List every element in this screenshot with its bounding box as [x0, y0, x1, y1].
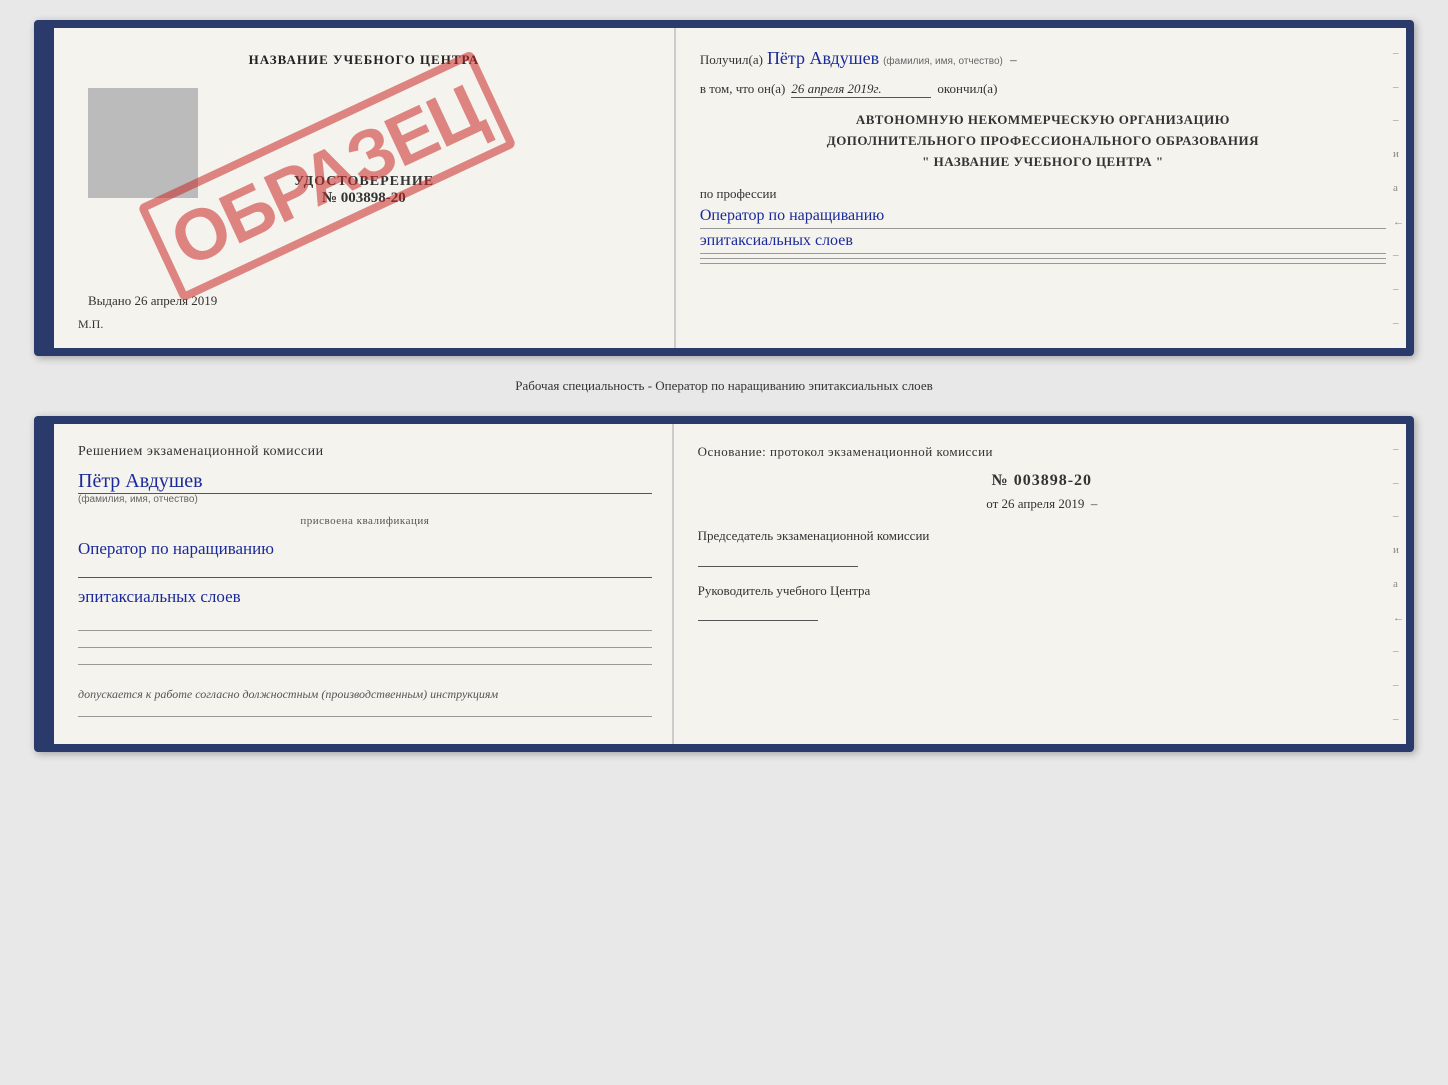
kval-line2: эпитаксиальных слоев — [78, 587, 241, 606]
predsedatel-sig-line — [698, 566, 858, 567]
org-line2: ДОПОЛНИТЕЛЬНОГО ПРОФЕССИОНАЛЬНОГО ОБРАЗО… — [700, 131, 1386, 152]
right-bottom-content: Основание: протокол экзаменационной коми… — [698, 444, 1386, 621]
kval-text: Оператор по наращиванию эпитаксиальных с… — [78, 537, 652, 608]
vydano-date: 26 апреля 2019 — [135, 293, 218, 308]
rukovoditel-text: Руководитель учебного Центра — [698, 581, 1386, 622]
dopusk-underline — [78, 716, 652, 717]
side-dashes-top: – – – и а ← – – – — [1391, 28, 1406, 348]
poluchil-name: Пётр Авдушев — [767, 48, 879, 69]
predsedatel-text: Председатель экзаменационной комиссии — [698, 526, 1386, 567]
poluchil-prefix: Получил(а) — [700, 52, 763, 68]
kval-underline — [78, 577, 652, 578]
top-left-panel: НАЗВАНИЕ УЧЕБНОГО ЦЕНТРА ОБРАЗЕЦ УДОСТОВ… — [54, 28, 676, 348]
stamp-area: ОБРАЗЕЦ УДОСТОВЕРЕНИЕ № 003898-20 — [78, 78, 650, 273]
po-professii-label: по профессии — [700, 186, 777, 201]
vtom-row: в том, что он(а) 26 апреля 2019г. окончи… — [700, 81, 1386, 98]
osnovanie-text: Основание: протокол экзаменационной коми… — [698, 444, 1386, 460]
top-document-card: НАЗВАНИЕ УЧЕБНОГО ЦЕНТРА ОБРАЗЕЦ УДОСТОВ… — [34, 20, 1414, 356]
org-line3: " НАЗВАНИЕ УЧЕБНОГО ЦЕНТРА " — [700, 152, 1386, 173]
card-spine-bottom — [42, 424, 54, 744]
familiya-hint-top: (фамилия, имя, отчество) — [883, 56, 1003, 67]
name-row-bottom: Пётр Авдушев (фамилия, имя, отчество) — [78, 470, 652, 505]
familiya-hint-bottom: (фамилия, имя, отчество) — [78, 494, 652, 505]
divider-line2 — [700, 263, 1386, 264]
org-block: АВТОНОМНУЮ НЕКОММЕРЧЕСКУЮ ОРГАНИЗАЦИЮ ДО… — [700, 110, 1386, 172]
poluchil-row: Получил(а) Пётр Авдушев (фамилия, имя, о… — [700, 48, 1386, 69]
sig-line2 — [78, 647, 652, 648]
ot-date-row: от 26 апреля 2019 – — [698, 496, 1386, 512]
right-panel-content: Получил(а) Пётр Авдушев (фамилия, имя, о… — [700, 48, 1386, 268]
dopuskaetsya-text: допускается к работе согласно должностны… — [78, 687, 652, 702]
professiya-line1: Оператор по наращиванию — [700, 204, 1386, 229]
bottom-name: Пётр Авдушев — [78, 470, 652, 493]
ot-date-value: 26 апреля 2019 — [1002, 496, 1085, 511]
ot-label: от — [986, 496, 998, 511]
vydano-label: Выдано — [88, 293, 131, 308]
top-right-panel: Получил(а) Пётр Авдушев (фамилия, имя, о… — [676, 28, 1406, 348]
bottom-document-card: Решением экзаменационной комиссии Пётр А… — [34, 416, 1414, 752]
professiya-line2: эпитаксиальных слоев — [700, 229, 1386, 254]
sig-line1 — [78, 630, 652, 631]
protocol-number: № 003898-20 — [698, 472, 1386, 490]
resheniem-text: Решением экзаменационной комиссии — [78, 444, 652, 460]
specialty-label: Рабочая специальность - Оператор по нара… — [515, 372, 933, 400]
rukovoditel-sig-line — [698, 620, 818, 621]
mp-label: М.П. — [78, 317, 103, 332]
bottom-signature-lines — [78, 626, 652, 669]
kval-line1: Оператор по наращиванию — [78, 539, 274, 558]
side-dashes-bottom: – – – и а ← – – – — [1391, 424, 1406, 744]
bottom-left-panel: Решением экзаменационной комиссии Пётр А… — [54, 424, 674, 744]
photo-placeholder — [88, 88, 198, 198]
org-line1: АВТОНОМНУЮ НЕКОММЕРЧЕСКУЮ ОРГАНИЗАЦИЮ — [700, 110, 1386, 131]
po-professii-block: по профессии Оператор по наращиванию эпи… — [700, 184, 1386, 268]
prisvoyena-label: присвоена квалификация — [78, 515, 652, 527]
sig-line3 — [78, 664, 652, 665]
card-spine-top — [42, 28, 54, 348]
vtom-date: 26 апреля 2019г. — [791, 81, 931, 98]
vtom-prefix: в том, что он(а) — [700, 81, 786, 97]
divider-line1 — [700, 258, 1386, 259]
okonchil-label: окончил(а) — [937, 81, 997, 97]
bottom-right-panel: Основание: протокол экзаменационной коми… — [674, 424, 1406, 744]
